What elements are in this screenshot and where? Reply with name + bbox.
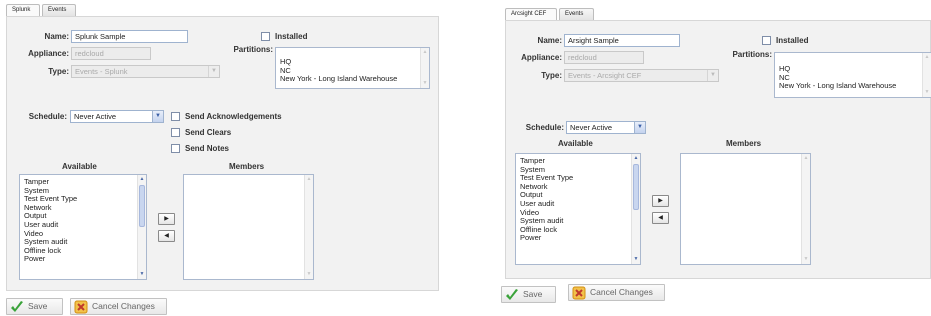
scroll-up-icon[interactable]: ▲	[421, 48, 429, 57]
appliance-field: redcloud	[564, 51, 644, 64]
partitions-scrollbar[interactable]: ▲ ▼	[922, 53, 931, 97]
cancel-changes-button[interactable]: Cancel Changes	[70, 298, 167, 315]
schedule-select[interactable]: Never Active ▼	[70, 110, 164, 123]
members-scrollbar[interactable]: ▲ ▼	[304, 175, 313, 279]
cancel-icon	[572, 286, 586, 300]
members-list[interactable]: ▲ ▼	[183, 174, 314, 280]
form-area: Name: Splunk Sample Appliance: redcloud …	[6, 16, 439, 291]
available-scrollbar[interactable]: ▲ ▼	[631, 154, 640, 264]
partitions-list[interactable]: HQ NC New York - Long Island Warehouse ▲…	[774, 52, 931, 98]
move-left-button[interactable]: ◀	[158, 230, 175, 242]
installed-checkbox[interactable]	[261, 32, 270, 41]
cancel-button-label: Cancel Changes	[92, 301, 155, 311]
save-button[interactable]: Save	[6, 298, 63, 315]
splunk-panel: Splunk Events Name: Splunk Sample Applia…	[0, 0, 472, 316]
checkmark-icon	[11, 301, 23, 312]
checkmark-icon	[506, 289, 518, 300]
appliance-label: Appliance:	[28, 49, 69, 58]
name-label: Name:	[537, 36, 562, 45]
scroll-down-icon[interactable]: ▼	[632, 255, 640, 264]
scroll-up-icon[interactable]: ▲	[923, 53, 931, 62]
type-label: Type:	[48, 67, 69, 76]
move-right-button[interactable]: ▶	[652, 195, 669, 207]
available-heading: Available	[62, 162, 97, 171]
tab-events[interactable]: Events	[42, 4, 76, 16]
chevron-down-icon[interactable]: ▼	[152, 111, 163, 122]
scroll-down-icon[interactable]: ▼	[421, 79, 429, 88]
chevron-down-icon: ▼	[707, 70, 718, 81]
available-heading: Available	[558, 139, 593, 148]
partitions-label: Partitions:	[233, 45, 273, 54]
installed-checkbox[interactable]	[762, 36, 771, 45]
list-item[interactable]: Power	[520, 234, 640, 243]
type-select-value: Events - Arcsight CEF	[568, 71, 642, 80]
arcsight-panel: Arcsight CEF Events Name: Arsight Sample…	[497, 0, 931, 316]
type-label: Type:	[541, 71, 562, 80]
members-heading: Members	[726, 139, 762, 148]
type-select: Events - Splunk ▼	[71, 65, 220, 78]
partition-item[interactable]: HQ	[280, 57, 429, 67]
form-area: Name: Arsight Sample Appliance: redcloud…	[505, 20, 931, 279]
scroll-thumb[interactable]	[633, 164, 639, 210]
type-select-value: Events - Splunk	[75, 67, 128, 76]
move-right-button[interactable]: ▶	[158, 213, 175, 225]
scroll-up-icon[interactable]: ▲	[632, 154, 640, 163]
appliance-label: Appliance:	[521, 53, 562, 62]
scroll-thumb[interactable]	[139, 185, 145, 227]
type-select: Events - Arcsight CEF ▼	[564, 69, 719, 82]
chevron-down-icon: ▼	[208, 66, 219, 77]
partition-item[interactable]: New York - Long Island Warehouse	[280, 75, 429, 84]
schedule-select[interactable]: Never Active ▼	[566, 121, 646, 134]
scroll-down-icon[interactable]: ▼	[305, 270, 313, 279]
schedule-label: Schedule:	[525, 123, 564, 132]
installed-label: Installed	[776, 36, 809, 45]
send-acknowledgements-label: Send Acknowledgements	[185, 112, 282, 121]
move-left-button[interactable]: ◀	[652, 212, 669, 224]
send-clears-checkbox[interactable]	[171, 128, 180, 137]
schedule-select-value: Never Active	[74, 112, 117, 121]
cancel-icon	[74, 300, 88, 314]
scroll-down-icon[interactable]: ▼	[138, 270, 146, 279]
appliance-field: redcloud	[71, 47, 151, 60]
available-list[interactable]: Tamper System Test Event Type Network Ou…	[19, 174, 147, 280]
name-label: Name:	[44, 32, 69, 41]
send-notes-label: Send Notes	[185, 144, 230, 153]
scroll-up-icon[interactable]: ▲	[305, 175, 313, 184]
send-acknowledgements-checkbox[interactable]	[171, 112, 180, 121]
members-heading: Members	[229, 162, 265, 171]
scroll-up-icon[interactable]: ▲	[138, 175, 146, 184]
partitions-scrollbar[interactable]: ▲ ▼	[420, 48, 429, 88]
installed-label: Installed	[275, 32, 308, 41]
partitions-label: Partitions:	[732, 50, 772, 59]
tab-arcsight-cef[interactable]: Arcsight CEF	[505, 8, 557, 20]
send-notes-checkbox[interactable]	[171, 144, 180, 153]
tab-events[interactable]: Events	[559, 8, 594, 20]
save-button-label: Save	[523, 289, 543, 299]
list-item[interactable]: Power	[24, 255, 146, 264]
save-button[interactable]: Save	[501, 286, 556, 303]
partition-item[interactable]: New York - Long Island Warehouse	[779, 82, 931, 91]
scroll-up-icon[interactable]: ▲	[802, 154, 810, 163]
available-list[interactable]: Tamper System Test Event Type Network Ou…	[515, 153, 641, 265]
partition-item[interactable]: HQ	[779, 64, 931, 74]
cancel-changes-button[interactable]: Cancel Changes	[568, 284, 665, 301]
schedule-select-value: Never Active	[570, 123, 613, 132]
tab-splunk[interactable]: Splunk	[6, 4, 40, 16]
partitions-list[interactable]: HQ NC New York - Long Island Warehouse ▲…	[275, 47, 430, 89]
send-clears-label: Send Clears	[185, 128, 232, 137]
scroll-down-icon[interactable]: ▼	[802, 255, 810, 264]
members-list[interactable]: ▲ ▼	[680, 153, 811, 265]
chevron-down-icon[interactable]: ▼	[634, 122, 645, 133]
available-scrollbar[interactable]: ▲ ▼	[137, 175, 146, 279]
name-field[interactable]: Splunk Sample	[71, 30, 188, 43]
name-field[interactable]: Arsight Sample	[564, 34, 680, 47]
schedule-label: Schedule:	[28, 112, 67, 121]
scroll-down-icon[interactable]: ▼	[923, 88, 931, 97]
save-button-label: Save	[28, 301, 48, 311]
cancel-button-label: Cancel Changes	[590, 287, 653, 297]
members-scrollbar[interactable]: ▲ ▼	[801, 154, 810, 264]
